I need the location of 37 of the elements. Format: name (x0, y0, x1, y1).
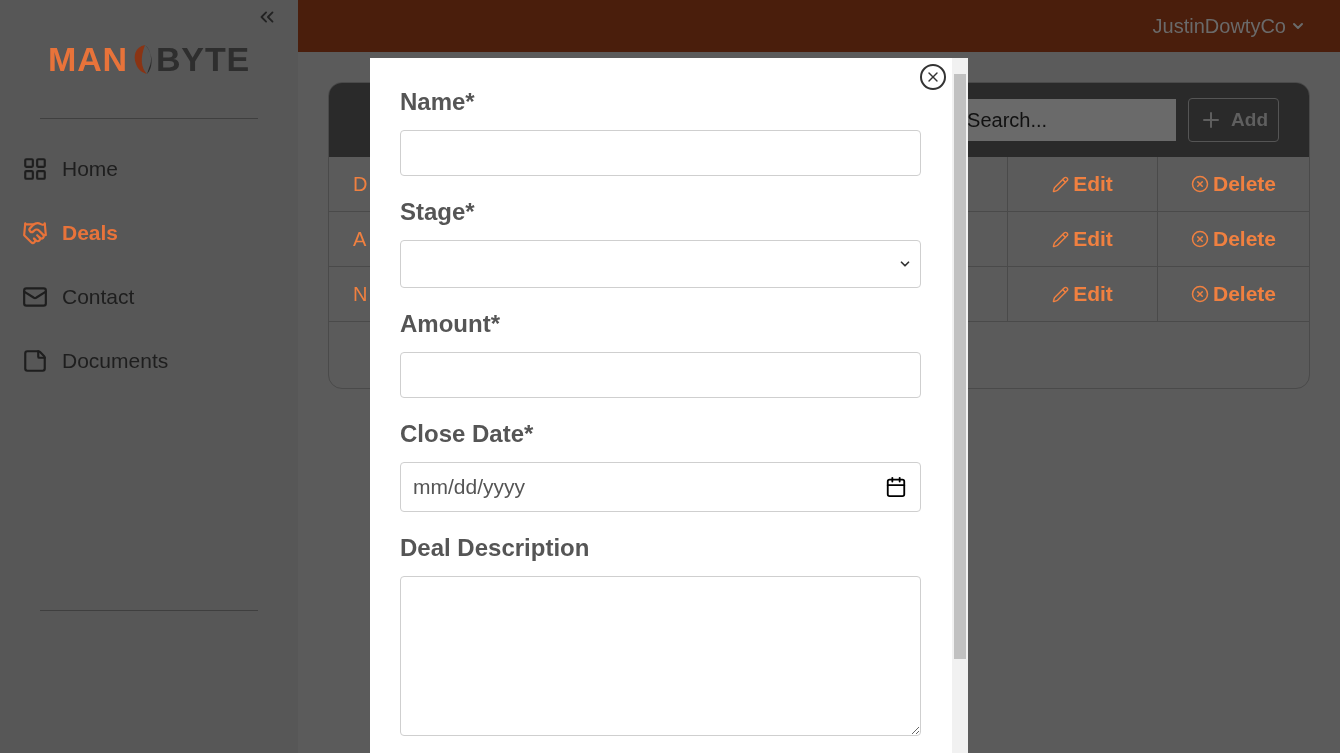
text-input[interactable] (400, 352, 921, 398)
description-textarea[interactable] (400, 576, 921, 736)
field-label: Amount* (400, 312, 501, 336)
text-input[interactable] (400, 130, 921, 176)
scrollbar[interactable] (952, 58, 968, 753)
circle-x-icon (1191, 175, 1209, 193)
stage-select[interactable] (400, 240, 921, 288)
field-label: Stage* (400, 200, 476, 224)
table-cell-text: A (353, 227, 367, 252)
delete-button[interactable]: Delete (1191, 168, 1276, 200)
nav-item[interactable]: Documents (22, 345, 298, 377)
close-button[interactable] (920, 64, 946, 90)
field-label: Deal Description (400, 536, 591, 560)
calendar-icon (885, 476, 907, 498)
user-menu[interactable]: JustinDowtyCo (1152, 11, 1306, 41)
date-input[interactable]: mm/dd/yyyy (400, 462, 921, 512)
circle-x-icon (1191, 230, 1209, 248)
note-icon (22, 348, 48, 374)
edit-button[interactable]: Edit (1052, 278, 1113, 310)
field-label: Close Date* (400, 422, 535, 446)
delete-button[interactable]: Delete (1191, 223, 1276, 255)
table-cell-text: D (353, 172, 368, 197)
nav-item[interactable]: Deals (22, 217, 298, 249)
field-label: Name* (400, 90, 476, 114)
circle-x-icon (1191, 285, 1209, 303)
edit-button[interactable]: Edit (1052, 223, 1113, 255)
grid-icon (22, 156, 48, 182)
pencil-icon (1052, 175, 1070, 193)
pencil-icon (1052, 285, 1070, 303)
edit-button[interactable]: Edit (1052, 168, 1113, 200)
table-cell-text: N (353, 282, 368, 307)
nav-item[interactable]: Home (22, 153, 298, 185)
envelope-icon (22, 284, 48, 310)
delete-button[interactable]: Delete (1191, 278, 1276, 310)
nav-item[interactable]: Contact (22, 281, 298, 313)
handshake-icon (22, 220, 48, 246)
pencil-icon (1052, 230, 1070, 248)
